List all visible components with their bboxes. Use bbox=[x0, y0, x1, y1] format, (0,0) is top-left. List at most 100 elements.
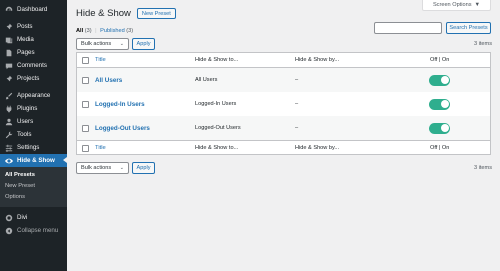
table-row: Logged-Out Users Logged-Out Users – bbox=[77, 116, 490, 140]
main-content: Screen Options ▼ Hide & Show New Preset … bbox=[67, 0, 500, 271]
sidebar-item-dashboard[interactable]: Dashboard bbox=[0, 3, 67, 16]
eye-icon bbox=[4, 156, 13, 165]
sidebar-item-divi[interactable]: Divi bbox=[0, 211, 67, 224]
column-hide-show-by-header: Hide & Show by... bbox=[295, 57, 340, 63]
bulk-actions-label: Bulk actions bbox=[81, 165, 112, 171]
items-count-top: 3 items bbox=[473, 41, 492, 47]
chevron-down-icon: ⌄ bbox=[119, 165, 124, 171]
search-presets-button[interactable]: Search Presets bbox=[446, 22, 491, 34]
table-row: All Users All Users – bbox=[77, 68, 490, 92]
table-footer-row: Title Hide & Show to... Hide & Show by..… bbox=[77, 140, 490, 155]
sidebar-item-pages[interactable]: Pages bbox=[0, 46, 67, 59]
wrench-icon bbox=[4, 130, 13, 139]
plugin-icon bbox=[4, 104, 13, 113]
page-title: Hide & Show bbox=[76, 8, 131, 19]
admin-sidebar: Dashboard Posts Media Pages Comments Pro… bbox=[0, 0, 67, 271]
bulk-actions-label: Bulk actions bbox=[81, 41, 112, 47]
row-hide-show-to: Logged-Out Users bbox=[195, 125, 241, 131]
sidebar-item-label: Divi bbox=[17, 214, 28, 221]
row-enabled-toggle[interactable] bbox=[429, 74, 450, 86]
view-all-count: (3) bbox=[84, 28, 92, 34]
sidebar-item-label: Comments bbox=[17, 62, 47, 69]
row-title-link[interactable]: All Users bbox=[95, 77, 122, 84]
sidebar-item-label: Settings bbox=[17, 144, 40, 151]
user-icon bbox=[4, 117, 13, 126]
pages-icon bbox=[4, 48, 13, 57]
apply-button-bottom[interactable]: Apply bbox=[132, 162, 155, 174]
bulk-actions-select-top[interactable]: Bulk actions ⌄ bbox=[76, 38, 129, 50]
submenu-all-presets[interactable]: All Presets bbox=[0, 170, 67, 181]
new-preset-button[interactable]: New Preset bbox=[136, 8, 176, 19]
sidebar-item-label: Posts bbox=[17, 23, 33, 30]
brush-icon bbox=[4, 91, 13, 100]
items-count-bottom: 3 items bbox=[473, 165, 492, 171]
collapse-icon bbox=[4, 226, 13, 235]
toggle-knob bbox=[440, 76, 449, 84]
select-all-checkbox[interactable] bbox=[82, 144, 89, 152]
column-hide-show-to-footer: Hide & Show to... bbox=[195, 145, 239, 151]
apply-button-top[interactable]: Apply bbox=[132, 38, 155, 50]
screen-options-label: Screen Options bbox=[432, 2, 472, 8]
sidebar-item-hide-show[interactable]: Hide & Show bbox=[0, 154, 67, 167]
view-published-count: (3) bbox=[126, 28, 134, 34]
table-header-row: Title Hide & Show to... Hide & Show by..… bbox=[77, 53, 490, 68]
view-all-link[interactable]: All (3) bbox=[76, 28, 92, 34]
sidebar-item-label: Pages bbox=[17, 49, 35, 56]
page-heading: Hide & Show New Preset bbox=[76, 8, 176, 19]
select-all-checkbox[interactable] bbox=[82, 56, 89, 64]
column-title-header[interactable]: Title bbox=[95, 57, 106, 63]
row-checkbox[interactable] bbox=[82, 100, 89, 108]
row-hide-show-by: – bbox=[295, 101, 299, 107]
pin-icon bbox=[4, 22, 13, 31]
sidebar-item-posts[interactable]: Posts bbox=[0, 20, 67, 33]
divi-icon bbox=[4, 213, 13, 222]
sidebar-item-plugins[interactable]: Plugins bbox=[0, 102, 67, 115]
bulk-actions-select-bottom[interactable]: Bulk actions ⌄ bbox=[76, 162, 129, 174]
sidebar-item-comments[interactable]: Comments bbox=[0, 59, 67, 72]
row-checkbox[interactable] bbox=[82, 76, 89, 84]
sidebar-item-settings[interactable]: Settings bbox=[0, 141, 67, 154]
column-title-footer[interactable]: Title bbox=[95, 145, 106, 151]
comments-icon bbox=[4, 61, 13, 70]
settings-icon bbox=[4, 143, 13, 152]
view-published-label: Published bbox=[100, 28, 125, 34]
presets-table: Title Hide & Show to... Hide & Show by..… bbox=[76, 52, 491, 155]
toggle-knob bbox=[440, 124, 449, 132]
screen-options-button[interactable]: Screen Options ▼ bbox=[422, 0, 491, 11]
sidebar-item-label: Appearance bbox=[17, 92, 51, 99]
row-enabled-toggle[interactable] bbox=[429, 122, 450, 134]
sidebar-item-label: Hide & Show bbox=[17, 157, 55, 164]
sidebar-item-projects[interactable]: Projects bbox=[0, 72, 67, 85]
caret-down-icon: ▼ bbox=[474, 2, 481, 8]
column-hide-show-to-header: Hide & Show to... bbox=[195, 57, 239, 63]
sidebar-item-label: Collapse menu bbox=[17, 227, 59, 234]
view-published-link[interactable]: Published (3) bbox=[100, 28, 133, 34]
views-separator: | bbox=[95, 28, 97, 34]
row-checkbox[interactable] bbox=[82, 124, 89, 132]
search-input[interactable] bbox=[374, 22, 442, 34]
column-hide-show-by-footer: Hide & Show by... bbox=[295, 145, 340, 151]
hide-show-submenu: All Presets New Preset Options bbox=[0, 167, 67, 207]
row-hide-show-to: Logged-In Users bbox=[195, 101, 237, 107]
sidebar-item-users[interactable]: Users bbox=[0, 115, 67, 128]
toggle-knob bbox=[440, 100, 449, 108]
view-all-label: All bbox=[76, 28, 84, 34]
submenu-options[interactable]: Options bbox=[0, 192, 67, 203]
status-views: All (3) | Published (3) bbox=[76, 28, 133, 34]
collapse-menu-button[interactable]: Collapse menu bbox=[0, 224, 67, 237]
chevron-down-icon: ⌄ bbox=[119, 41, 124, 47]
sidebar-item-label: Media bbox=[17, 36, 34, 43]
row-title-link[interactable]: Logged-Out Users bbox=[95, 125, 150, 132]
row-title-link[interactable]: Logged-In Users bbox=[95, 101, 145, 108]
sidebar-item-tools[interactable]: Tools bbox=[0, 128, 67, 141]
submenu-new-preset[interactable]: New Preset bbox=[0, 181, 67, 192]
sidebar-item-label: Users bbox=[17, 118, 34, 125]
row-enabled-toggle[interactable] bbox=[429, 98, 450, 110]
row-hide-show-by: – bbox=[295, 125, 299, 131]
media-icon bbox=[4, 35, 13, 44]
sidebar-item-appearance[interactable]: Appearance bbox=[0, 89, 67, 102]
sidebar-item-label: Dashboard bbox=[17, 6, 48, 13]
sidebar-item-media[interactable]: Media bbox=[0, 33, 67, 46]
table-row: Logged-In Users Logged-In Users – bbox=[77, 92, 490, 116]
column-off-on-header: Off | On bbox=[430, 57, 450, 63]
